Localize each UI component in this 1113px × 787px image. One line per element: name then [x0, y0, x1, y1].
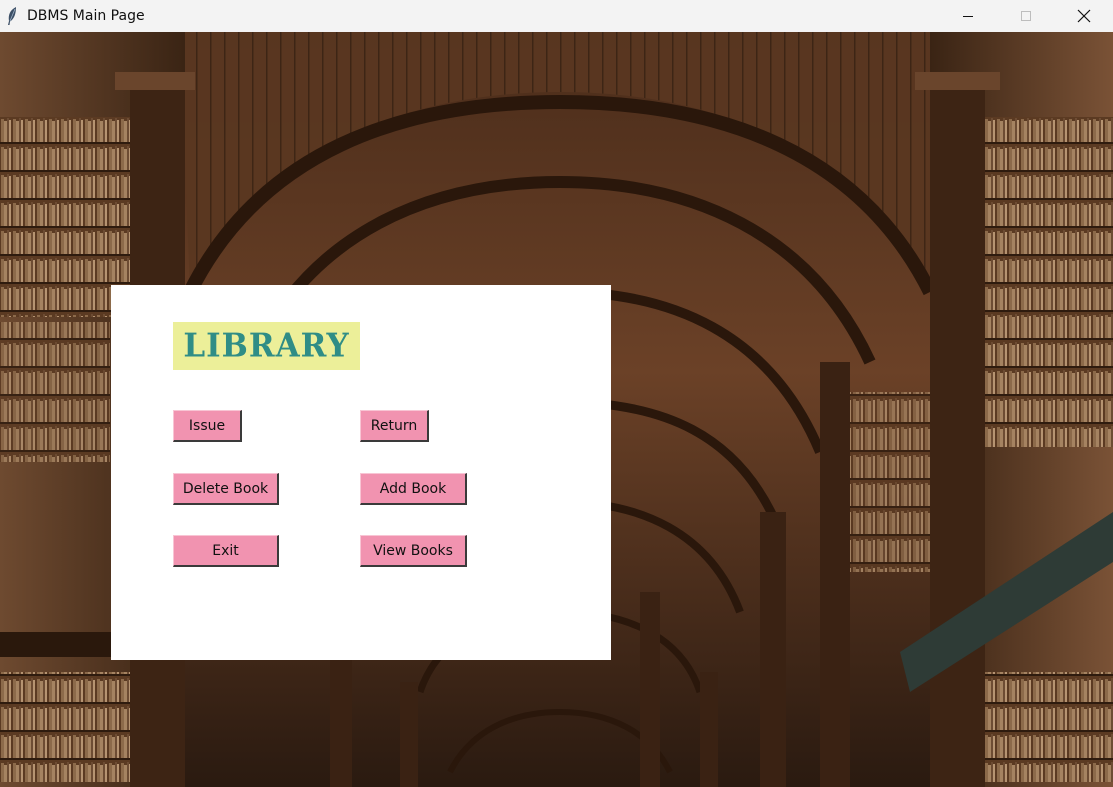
window-controls: [939, 0, 1113, 32]
issue-button[interactable]: Issue: [173, 410, 242, 442]
maximize-icon: [1021, 11, 1031, 21]
title-bar[interactable]: DBMS Main Page: [0, 0, 1113, 32]
feather-icon: [5, 6, 19, 26]
main-menu-panel: LIBRARY Issue Return Delete Book Add Boo…: [111, 285, 611, 660]
add-book-button[interactable]: Add Book: [360, 473, 467, 505]
view-books-button[interactable]: View Books: [360, 535, 467, 567]
app-window: DBMS Main Page LIBRARY Issue Return Dele…: [0, 0, 1113, 787]
heading-text: LIBRARY: [183, 327, 350, 365]
maximize-button[interactable]: [997, 0, 1055, 32]
close-button[interactable]: [1055, 0, 1113, 32]
window-title: DBMS Main Page: [27, 8, 145, 24]
minimize-icon: [963, 16, 973, 17]
return-button[interactable]: Return: [360, 410, 429, 442]
close-icon: [1077, 9, 1091, 23]
minimize-button[interactable]: [939, 0, 997, 32]
delete-book-button[interactable]: Delete Book: [173, 473, 279, 505]
exit-button[interactable]: Exit: [173, 535, 279, 567]
library-heading: LIBRARY: [173, 322, 360, 370]
